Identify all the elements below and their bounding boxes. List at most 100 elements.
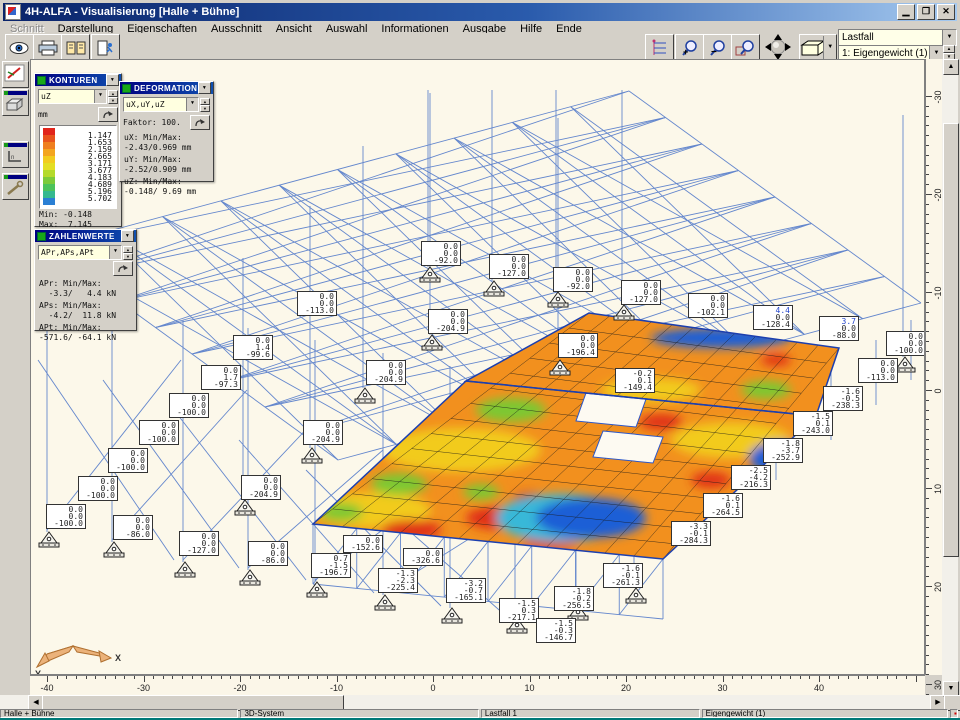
zahlenwerte-options-button[interactable] xyxy=(113,261,133,276)
zahlenwerte-titlebar[interactable]: ZAHLENWERTE ▼ xyxy=(35,230,136,242)
ruler-tick xyxy=(926,439,929,440)
ruler-tick xyxy=(926,341,929,342)
deformation-options-button[interactable] xyxy=(190,115,210,130)
pan-button[interactable] xyxy=(761,34,795,60)
panel-toggle-tools-button[interactable] xyxy=(2,173,29,200)
zahlenwerte-row-value: -4.2/ 11.8 kN xyxy=(39,311,136,320)
ruler-tick xyxy=(645,676,646,679)
ruler-tick xyxy=(838,676,839,679)
zahlenwerte-panel[interactable]: ZAHLENWERTE ▼ APr,APs,APt ▼ ▲▼ APr: Min/… xyxy=(34,229,137,331)
view-button[interactable] xyxy=(5,34,34,61)
support-icon xyxy=(307,582,327,597)
zahlenwerte-combo-arrow[interactable]: ▼ xyxy=(109,246,121,259)
zahlenwerte-row-label: APr: Min/Max: xyxy=(39,279,136,288)
konturen-spinner[interactable]: ▲▼ xyxy=(108,90,118,103)
ruler-label: 30 xyxy=(717,683,727,693)
ruler-tick xyxy=(926,135,929,136)
result-label: 0.0-152.6 xyxy=(343,535,383,553)
ruler-tick xyxy=(288,676,289,679)
panel-toggle-values-button[interactable]: n xyxy=(2,141,29,168)
result-label: -1.50.1-243.0 xyxy=(793,411,833,436)
loadcase-spinner[interactable]: ▲ ▼ xyxy=(943,45,955,60)
report-button[interactable] xyxy=(61,34,90,61)
curved-arrow-icon xyxy=(194,118,206,127)
view-3d-button[interactable]: ▼ xyxy=(799,34,837,61)
vertical-scrollbar[interactable]: ▲ ▼ xyxy=(942,59,958,695)
model-viewport[interactable]: 0.00.0-100.00.00.0-100.00.00.0-100.00.00… xyxy=(30,59,925,675)
deformation-collapse-button[interactable]: ▼ xyxy=(198,82,211,94)
close-button[interactable]: ✕ xyxy=(937,4,955,20)
zoom-out-button[interactable]: − xyxy=(703,34,732,61)
konturen-combo-arrow[interactable]: ▼ xyxy=(94,90,106,103)
print-button[interactable] xyxy=(33,34,62,61)
select-tool-button[interactable] xyxy=(2,61,29,88)
zahlenwerte-spinner[interactable]: ▲▼ xyxy=(123,246,133,259)
minimize-button[interactable]: ▁ xyxy=(897,4,915,20)
zoom-window-icon xyxy=(735,39,757,57)
ruler-tick xyxy=(327,676,328,679)
zahlenwerte-combo-value: APr,APs,APt xyxy=(39,248,109,257)
zahlenwerte-collapse-button[interactable]: ▼ xyxy=(121,230,134,242)
konturen-options-button[interactable] xyxy=(98,107,118,122)
ruler-tick xyxy=(279,676,280,679)
vertical-scroll-thumb[interactable] xyxy=(943,123,959,557)
pan-cross-icon xyxy=(761,34,795,60)
ruler-tick xyxy=(308,676,309,679)
cube-icon xyxy=(800,39,823,57)
app-window: { "window": {"title": "4H-ALFA - Visuali… xyxy=(0,0,960,720)
konturen-collapse-button[interactable]: ▼ xyxy=(106,74,119,86)
ruler-tick xyxy=(926,566,929,567)
status-system: 3D-System xyxy=(240,709,478,718)
x-axis-label: X xyxy=(115,653,121,663)
support-icon xyxy=(240,570,260,585)
structure-tree-button[interactable] xyxy=(645,34,674,61)
result-label: 4.40.0-128.4 xyxy=(753,305,793,330)
result-label: -0.20.1-149.4 xyxy=(615,368,655,393)
zahlenwerte-combo[interactable]: APr,APs,APt ▼ xyxy=(38,245,122,260)
ruler-tick xyxy=(926,243,929,244)
konturen-combo[interactable]: uZ ▼ xyxy=(38,89,107,104)
horizontal-scrollbar[interactable]: ◀ ▶ xyxy=(0,695,944,709)
deformation-combo-arrow[interactable]: ▼ xyxy=(186,98,198,111)
ruler-tick xyxy=(616,676,617,679)
ruler-tick xyxy=(95,676,96,679)
result-label: 0.00.0-86.0 xyxy=(113,515,153,540)
ruler-tick xyxy=(926,615,929,616)
ruler-label: -20 xyxy=(233,683,246,693)
panel-toggle-view-button[interactable] xyxy=(2,89,29,116)
view-3d-dropdown[interactable]: ▼ xyxy=(823,36,836,60)
zoom-in-button[interactable]: + xyxy=(675,34,704,61)
ruler-tick xyxy=(926,557,929,558)
zahlenwerte-row-label: APs: Min/Max: xyxy=(39,301,136,310)
exit-button[interactable] xyxy=(91,34,120,61)
ruler-tick xyxy=(926,370,929,371)
deformation-combo[interactable]: uX,uY,uZ ▼ xyxy=(123,97,199,112)
lastfall-combo[interactable]: Lastfall ▼ xyxy=(838,29,957,46)
ruler-tick xyxy=(539,676,540,679)
ruler-label: 40 xyxy=(814,683,824,693)
maximize-button[interactable]: ❒ xyxy=(917,4,935,20)
ruler-tick xyxy=(375,676,376,679)
title-bar[interactable]: 4H-ALFA - Visualisierung [Halle + Bühne]… xyxy=(3,3,957,21)
ruler-tick xyxy=(926,96,932,97)
deformation-panel[interactable]: DEFORMATION ▼ uX,uY,uZ ▼ ▲▼ Faktor: 100.… xyxy=(119,81,214,182)
ruler-tick xyxy=(926,253,929,254)
scroll-up-icon[interactable]: ▲ xyxy=(943,59,959,75)
result-label: -3.3-0.1-284.3 xyxy=(671,521,711,546)
spinner-up-icon[interactable]: ▲ xyxy=(943,45,955,53)
ruler-tick xyxy=(926,331,929,332)
ruler-tick xyxy=(926,645,929,646)
ruler-tick xyxy=(520,676,521,679)
ruler-tick xyxy=(926,635,929,636)
curved-arrow-icon xyxy=(102,110,114,119)
ruler-tick xyxy=(192,676,193,679)
zoom-window-button[interactable] xyxy=(731,34,760,61)
lastfall-combo-arrow[interactable]: ▼ xyxy=(942,30,956,45)
wrench-icon xyxy=(3,179,26,197)
konturen-panel[interactable]: KONTUREN ▼ uZ ▼ ▲▼ mm 1.1471.6532.1592.6… xyxy=(34,73,122,227)
deformation-spinner[interactable]: ▲▼ xyxy=(200,98,210,111)
ruler-tick xyxy=(848,676,849,679)
support-icon xyxy=(420,267,440,282)
konturen-titlebar[interactable]: KONTUREN ▼ xyxy=(35,74,121,86)
deformation-titlebar[interactable]: DEFORMATION ▼ xyxy=(120,82,213,94)
